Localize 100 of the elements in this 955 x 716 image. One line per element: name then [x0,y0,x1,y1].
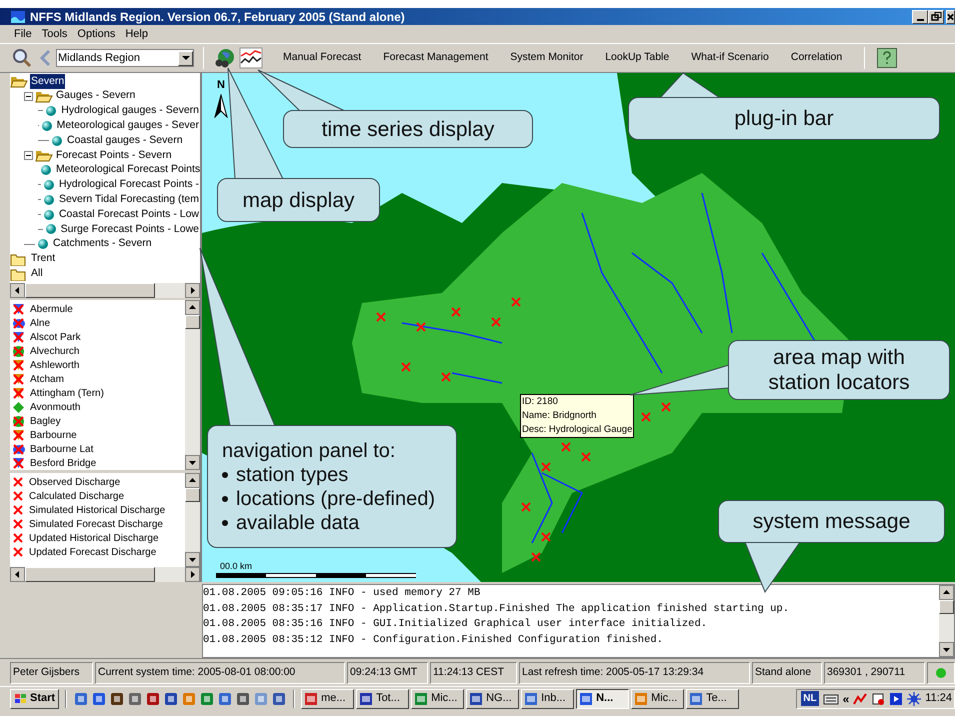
menu-item[interactable]: File [14,26,32,42]
vertical-scrollbar[interactable] [939,585,954,657]
menu-item[interactable]: Options [77,26,116,42]
plugin-button[interactable]: LookUp Table [597,50,678,66]
app-icon[interactable] [235,690,252,706]
tree-item[interactable]: Forecast Points - Severn [55,148,173,164]
tree-item[interactable]: Meteorological gauges - Sever [56,118,200,134]
plugin-button[interactable]: Forecast Management [375,50,496,66]
scroll-thumb[interactable] [25,283,155,298]
tree-item[interactable]: Surge Forecast Points - Lowe [60,222,200,238]
north-arrow-icon [214,94,228,118]
app-icon[interactable] [163,690,180,706]
layer-icon [42,208,55,221]
plugin-button[interactable]: Correlation [782,50,850,66]
chart-icon[interactable] [239,47,263,69]
window-icon [469,692,484,706]
collapse-icon[interactable] [24,150,33,160]
app-icon[interactable] [91,690,108,706]
data-series-item[interactable]: Updated Forecast Discharge [10,545,185,560]
minimize-button[interactable] [912,10,928,24]
caret-icon [182,56,190,60]
taskbar-button[interactable]: NG... [466,688,520,708]
open-folder-icon [35,148,53,162]
tree-item[interactable]: Catchments - Severn [52,236,153,252]
data-series-item[interactable]: Calculated Discharge [10,489,185,504]
station-item[interactable]: Alscot Park [10,330,185,344]
sun-icon [907,692,922,706]
collapse-icon[interactable] [24,92,33,101]
scroll-thumb[interactable] [25,567,155,582]
status-field: Last refresh time: 2005-05-17 13:29:34 [519,662,750,684]
map-display-icon [213,47,235,69]
data-series-item[interactable]: Simulated Forecast Discharge [10,517,185,532]
station-item[interactable]: Avonmouth [10,400,185,414]
scroll-thumb[interactable] [185,488,200,502]
tree-item[interactable]: Gauges - Severn [55,88,136,104]
window-icon [634,692,648,706]
plugin-button[interactable]: System Monitor [502,50,592,66]
back-icon [38,49,52,67]
app-icon[interactable] [271,690,288,706]
horizontal-scrollbar[interactable] [10,283,200,298]
start-button[interactable]: Start [10,688,60,708]
tree-item[interactable]: Severn Tidal Forecasting (tem [58,192,200,208]
station-item[interactable]: Bagley [10,414,185,428]
tray-expand-button[interactable]: « [842,690,850,708]
plugin-button[interactable]: What-if Scenario [683,50,777,66]
station-item[interactable]: Barbourne Lat [10,442,185,456]
log-line: 01.08.2005 08:35:16 INFO - GUI.Initialized Graphical user interface initialized. [203,617,708,632]
log-line: 01.08.2005 08:35:17 INFO - Application.Startup.Finished The application finished starting up. [203,602,790,616]
scroll-thumb[interactable] [939,600,954,614]
close-button[interactable] [946,10,955,24]
station-item[interactable]: Besford Bridge [10,456,185,470]
taskbar-button[interactable]: me... [301,688,354,708]
menu-item[interactable]: Help [125,26,148,42]
station-item[interactable]: Attingham (Tern) [10,386,185,400]
help-button[interactable] [877,48,898,68]
data-series-item[interactable]: Observed Discharge [10,475,185,490]
status-dot-icon [935,666,947,678]
restore-button[interactable] [928,10,944,24]
data-series-item[interactable]: Updated Historical Discharge [10,531,185,546]
data-series-item[interactable]: Simulated Historical Discharge [10,503,185,518]
taskbar-button[interactable]: Te... [686,688,740,708]
taskbar-button[interactable]: N... [576,688,630,708]
tree-item[interactable]: Coastal Forecast Points - Low [58,206,200,222]
taskbar-button[interactable]: Mic... [411,688,464,708]
bullet-text: available data [236,510,360,534]
tree-item[interactable]: Trent [30,251,56,267]
app-icon[interactable] [127,690,144,706]
horizontal-scrollbar[interactable] [10,567,200,582]
station-item[interactable]: Barbourne [10,428,185,442]
tree-item[interactable]: Hydrological Forecast Points - [58,177,200,193]
app-icon[interactable] [73,690,90,706]
taskbar-button[interactable]: Mic... [631,688,684,708]
station-item[interactable]: Ashleworth [10,358,185,372]
station-item[interactable]: Alne [10,316,185,330]
language-indicator[interactable]: NL [801,691,819,706]
plugin-button[interactable]: Manual Forecast [275,50,370,66]
tree-item[interactable]: All [30,266,44,282]
taskbar-button[interactable]: Tot... [356,688,410,708]
app-icon[interactable] [217,690,234,706]
callout-text: plug-in bar [733,106,835,131]
tree-item[interactable]: Hydrological gauges - Severn [60,103,200,119]
tree-item[interactable]: Coastal gauges - Severn [66,132,184,148]
station-item[interactable]: Alvechurch [10,344,185,358]
app-icon[interactable] [109,690,126,706]
callout-text: navigation panel to: [222,438,396,462]
zigzag-icon [853,692,868,706]
station-item[interactable]: Atcham [10,372,185,386]
region-dropdown[interactable]: Midlands Region [56,49,194,67]
station-item[interactable]: Abermule [10,302,185,316]
taskbar-button[interactable]: Inb... [521,688,574,708]
tray-icon [871,692,886,706]
app-icon[interactable] [145,690,162,706]
tree-item[interactable]: Severn [30,74,66,90]
vertical-scrollbar[interactable] [185,473,200,567]
scroll-thumb[interactable] [185,315,200,330]
vertical-scrollbar[interactable] [185,300,200,470]
window-icon [524,692,538,706]
layer-icon [37,238,49,250]
menu-item[interactable]: Tools [42,26,68,42]
tree-item[interactable]: Meteorological Forecast Points [55,162,200,178]
